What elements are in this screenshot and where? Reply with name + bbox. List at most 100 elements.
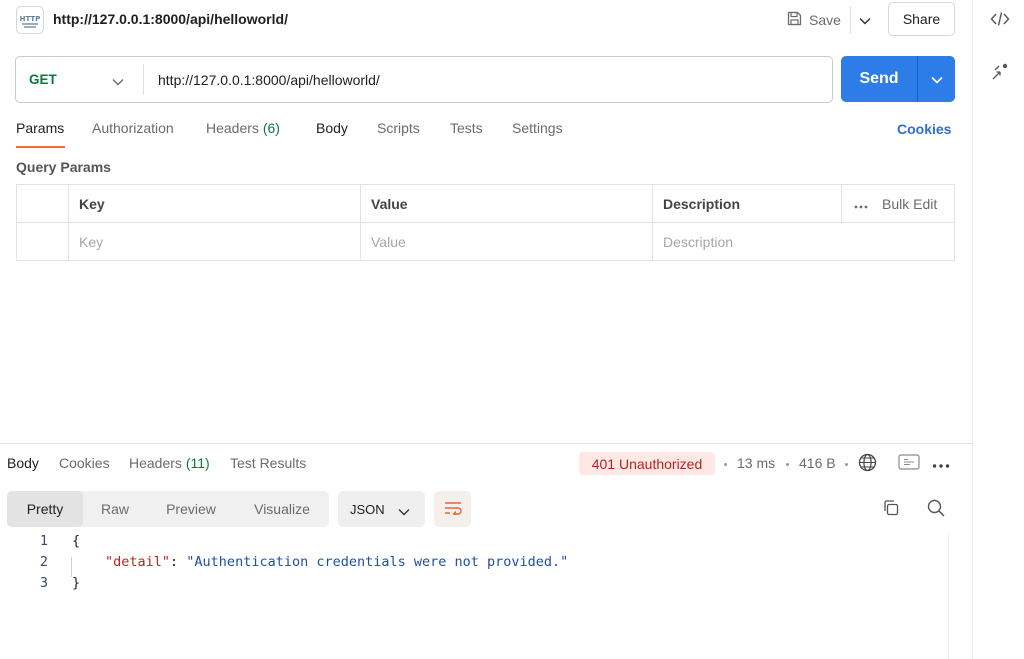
value-input[interactable]: Value [360, 223, 652, 261]
query-params-title: Query Params [16, 159, 111, 175]
response-time[interactable]: 13 ms [737, 455, 775, 471]
tab-settings[interactable]: Settings [512, 120, 563, 148]
tab-params[interactable]: Params [16, 120, 65, 148]
tab-body[interactable]: Body [316, 120, 348, 148]
bulk-edit-button[interactable]: Bulk Edit [841, 185, 954, 223]
save-button[interactable]: Save [780, 6, 847, 34]
globe-icon [858, 453, 877, 475]
headers-count: (11) [185, 455, 210, 471]
response-body-code[interactable]: 1 { 2 "detail": "Authentication credenti… [0, 533, 948, 659]
tab-label: Cookies [59, 455, 110, 471]
related-collections-button[interactable] [987, 60, 1013, 86]
send-options-button[interactable] [918, 56, 955, 102]
response-tab-test-results[interactable]: Test Results [230, 455, 306, 471]
tab-scripts[interactable]: Scripts [377, 120, 420, 148]
separator-dot [845, 463, 848, 466]
view-mode-preview[interactable]: Preview [147, 491, 235, 527]
code-scrollbar[interactable] [948, 533, 972, 659]
method-divider [143, 64, 144, 95]
response-size[interactable]: 416 B [799, 455, 836, 471]
line-number: 3 [39, 575, 48, 591]
more-dots-icon [854, 196, 868, 212]
tab-label: Params [16, 120, 65, 136]
wrap-lines-icon [444, 501, 462, 518]
response-tab-cookies[interactable]: Cookies [59, 455, 110, 471]
view-mode-switch: Pretty Raw Preview Visualize [7, 491, 329, 527]
more-options-button[interactable] [930, 456, 952, 470]
save-label: Save [809, 12, 841, 28]
key-input[interactable]: Key [68, 223, 360, 261]
network-globe-button[interactable] [856, 453, 878, 475]
save-options-button[interactable] [853, 6, 877, 34]
headers-count: (6) [262, 120, 280, 136]
save-icon [786, 10, 803, 30]
line-number: 1 [39, 533, 48, 549]
response-tab-body[interactable]: Body [7, 455, 39, 471]
checkbox-column-header [17, 185, 68, 223]
url-input[interactable] [158, 70, 818, 90]
tab-headers[interactable]: Headers (6) [206, 120, 280, 148]
json-key: "detail" [105, 554, 171, 570]
wrap-lines-button[interactable] [434, 491, 471, 527]
branch-arrows-icon [990, 62, 1010, 85]
more-dots-icon [932, 455, 950, 471]
request-title: http://127.0.0.1:8000/api/helloworld/ [53, 11, 288, 27]
code-icon [990, 11, 1010, 30]
code-snippet-button[interactable] [987, 7, 1013, 33]
copy-button[interactable] [880, 498, 902, 520]
url-bar: GET [15, 56, 833, 103]
description-input[interactable]: Description [652, 223, 954, 261]
copy-icon [882, 499, 900, 520]
tab-label: Body [316, 120, 348, 136]
column-header-key: Key [68, 185, 360, 223]
chevron-down-icon [859, 12, 871, 28]
table-row: Key Value Description [17, 223, 954, 261]
send-button[interactable]: Send [841, 56, 955, 102]
query-params-table: Key Value Description Bulk Edit Key Valu… [16, 184, 955, 261]
search-button[interactable] [925, 498, 947, 520]
cookies-link[interactable]: Cookies [897, 121, 951, 137]
share-button[interactable]: Share [888, 2, 955, 36]
tab-authorization[interactable]: Authorization [92, 120, 174, 148]
search-icon [927, 499, 945, 520]
line-number: 2 [39, 554, 48, 570]
format-select[interactable]: JSON [338, 491, 425, 527]
code-text: "detail": "Authentication credentials we… [105, 554, 568, 570]
response-tab-headers[interactable]: Headers (11) [129, 455, 210, 471]
column-header-value: Value [360, 185, 652, 223]
http-request-icon: HTTP [16, 6, 44, 34]
view-mode-pretty[interactable]: Pretty [7, 491, 83, 527]
code-text: { [72, 533, 81, 549]
code-text: } [72, 575, 81, 591]
tab-tests[interactable]: Tests [450, 120, 483, 148]
code-line: 2 "detail": "Authentication credentials … [0, 554, 948, 574]
http-icon-text: HTTP [20, 15, 41, 23]
save-divider [850, 6, 851, 34]
method-label: GET [29, 72, 57, 87]
format-label: JSON [350, 501, 385, 517]
row-checkbox-cell [17, 223, 68, 261]
tab-label: Authorization [92, 120, 174, 136]
bulk-edit-label: Bulk Edit [882, 196, 938, 212]
tab-label: Settings [512, 120, 563, 136]
chevron-down-icon [112, 74, 124, 89]
view-mode-visualize[interactable]: Visualize [235, 491, 329, 527]
active-tab-indicator [16, 146, 65, 148]
json-separator: : [170, 554, 187, 570]
tab-label: Headers [206, 120, 259, 136]
status-badge[interactable]: 401 Unauthorized [579, 452, 715, 475]
separator-dot [724, 463, 727, 466]
send-label: Send [859, 70, 899, 87]
tab-label: Test Results [230, 455, 307, 471]
view-mode-raw[interactable]: Raw [83, 491, 147, 527]
code-line: 1 { [0, 533, 948, 553]
tab-label: Body [7, 455, 39, 471]
method-select[interactable]: GET [16, 57, 144, 102]
tab-label: Headers [129, 455, 182, 471]
chevron-down-icon [930, 71, 943, 87]
request-header: HTTP http://127.0.0.1:8000/api/helloworl… [0, 0, 972, 40]
table-header-row: Key Value Description Bulk Edit [17, 185, 954, 223]
response-pane-divider[interactable] [0, 443, 972, 444]
save-as-example-button[interactable] [897, 453, 921, 473]
right-sidebar [972, 0, 1024, 659]
